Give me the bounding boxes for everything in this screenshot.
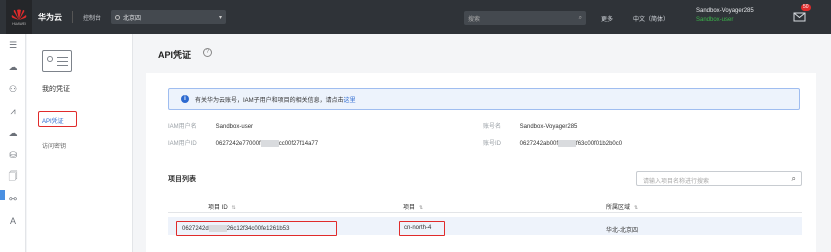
nav-item-access-keys[interactable]: 访问密钥 — [42, 141, 66, 150]
nav-item-api-credentials[interactable]: API凭证 — [38, 111, 77, 127]
iam-username-value: Sandbox-user — [215, 124, 254, 130]
document-icon[interactable]: 🗍 — [0, 166, 26, 188]
table-header: 项目 ID ⇅ 项目 ⇅ 所属区域 ⇅ — [168, 199, 802, 213]
account-id-row: 账号ID 0627242ab00f f63c00f01b2b0c0 — [483, 138, 622, 147]
project-region-cell: 华北-北京四 — [606, 228, 638, 234]
huawei-flower-icon — [11, 9, 27, 20]
side-navigation: 我的凭证 API凭证 访问密钥 — [27, 34, 133, 252]
user-status: Sandbox-user — [696, 17, 734, 23]
chart-icon[interactable]: ⩘ — [0, 100, 26, 122]
iam-username-label: IAM用户名 — [168, 124, 197, 130]
account-name-value: Sandbox-Voyager285 — [519, 124, 578, 130]
project-name-cell: cn-north-4 — [399, 221, 445, 236]
iam-username-row: IAM用户名 Sandbox-user — [168, 121, 253, 130]
more-menu[interactable]: 更多 — [601, 14, 613, 23]
brand-name[interactable]: 华为云 — [38, 12, 62, 23]
huawei-logo[interactable]: HUAWEI — [6, 0, 32, 34]
logo-text: HUAWEI — [12, 21, 26, 26]
sort-icon: ⇅ — [634, 205, 639, 211]
redaction-mask — [208, 225, 227, 232]
nav-title: 我的凭证 — [42, 86, 70, 93]
cloud-icon[interactable]: ☁ — [0, 56, 26, 78]
service-rail: ☰ ☁ ⚇ ⩘ ☁ ⛁ 🗍 ⚯ A — [0, 34, 26, 252]
credentials-panel: i 有关华为云账号，IAM子用户和项目的相关信息，请点击 这里 IAM用户名 S… — [146, 73, 816, 252]
column-header-project[interactable]: 项目 ⇅ — [403, 202, 423, 211]
search-icon[interactable]: ⌕ — [792, 174, 796, 184]
page-title: API凭证 — [158, 50, 192, 60]
location-pin-icon — [115, 14, 121, 20]
project-id-a: 0627242d — [182, 226, 209, 233]
user-menu[interactable]: Sandbox-Voyager285 Sandbox-user — [696, 7, 754, 25]
redaction-mask — [260, 139, 279, 147]
column-header-project-id[interactable]: 项目 ID ⇅ — [208, 202, 236, 211]
region-label: 北京四 — [123, 15, 142, 22]
cloud-service-icon[interactable]: ☁ — [0, 122, 26, 144]
chevron-down-icon: ▾ — [219, 14, 223, 21]
network-icon[interactable]: ⚇ — [0, 78, 26, 100]
project-id-b: 26c12f34c00fe1261b53 — [226, 226, 290, 233]
menu-icon[interactable]: ☰ — [0, 34, 26, 56]
sort-icon: ⇅ — [231, 205, 236, 211]
search-placeholder: 搜索 — [468, 16, 481, 23]
iam-userid-value-a: 0627242e77000f — [215, 141, 261, 147]
account-id-label: 账号ID — [483, 141, 502, 147]
project-search-placeholder: 请输入项目名称进行搜索 — [643, 179, 710, 185]
iam-userid-value-b: cc00f27f14a77 — [278, 141, 319, 147]
mail-icon[interactable] — [793, 10, 807, 22]
sort-icon: ⇅ — [419, 205, 424, 211]
notification-badge: 50 — [801, 4, 811, 11]
account-id-value-b: f63c00f01b2b0c0 — [576, 141, 623, 147]
info-notice: i 有关华为云账号，IAM子用户和项目的相关信息，请点击 这里 — [168, 88, 800, 110]
global-search-input[interactable]: 搜索 ⌕ — [464, 11, 586, 25]
notice-text: 有关华为云账号，IAM子用户和项目的相关信息，请点击 — [195, 97, 344, 104]
console-link[interactable]: 控制台 — [83, 13, 101, 22]
username: Sandbox-Voyager285 — [696, 8, 754, 14]
text-icon[interactable]: A — [0, 210, 26, 232]
account-name-row: 账号名 Sandbox-Voyager285 — [483, 121, 577, 130]
search-icon[interactable]: ⌕ — [579, 15, 582, 22]
notice-link[interactable]: 这里 — [344, 95, 356, 104]
account-name-label: 账号名 — [483, 124, 502, 130]
account-id-value-a: 0627242ab00f — [519, 141, 559, 147]
language-selector[interactable]: 中文（简体） — [633, 14, 669, 23]
iam-userid-row: IAM用户ID 0627242e77000f cc00f27f14a77 — [168, 138, 318, 147]
help-icon[interactable]: ? — [203, 48, 212, 57]
project-id-cell: 0627242d 26c12f34c00fe1261b53 — [176, 221, 337, 236]
iam-userid-label: IAM用户ID — [168, 141, 197, 147]
divider — [72, 11, 73, 23]
database-icon[interactable]: ⛁ — [0, 144, 26, 166]
region-selector[interactable]: 北京四 ▾ — [111, 10, 227, 24]
id-card-icon — [42, 50, 72, 72]
info-icon: i — [181, 95, 189, 103]
redaction-mask — [558, 139, 577, 147]
column-header-region[interactable]: 所属区域 ⇅ — [606, 202, 638, 211]
expand-rail-handle[interactable] — [0, 190, 5, 200]
project-search-input[interactable]: 请输入项目名称进行搜索 ⌕ — [636, 171, 802, 186]
project-list-title: 项目列表 — [168, 176, 196, 183]
